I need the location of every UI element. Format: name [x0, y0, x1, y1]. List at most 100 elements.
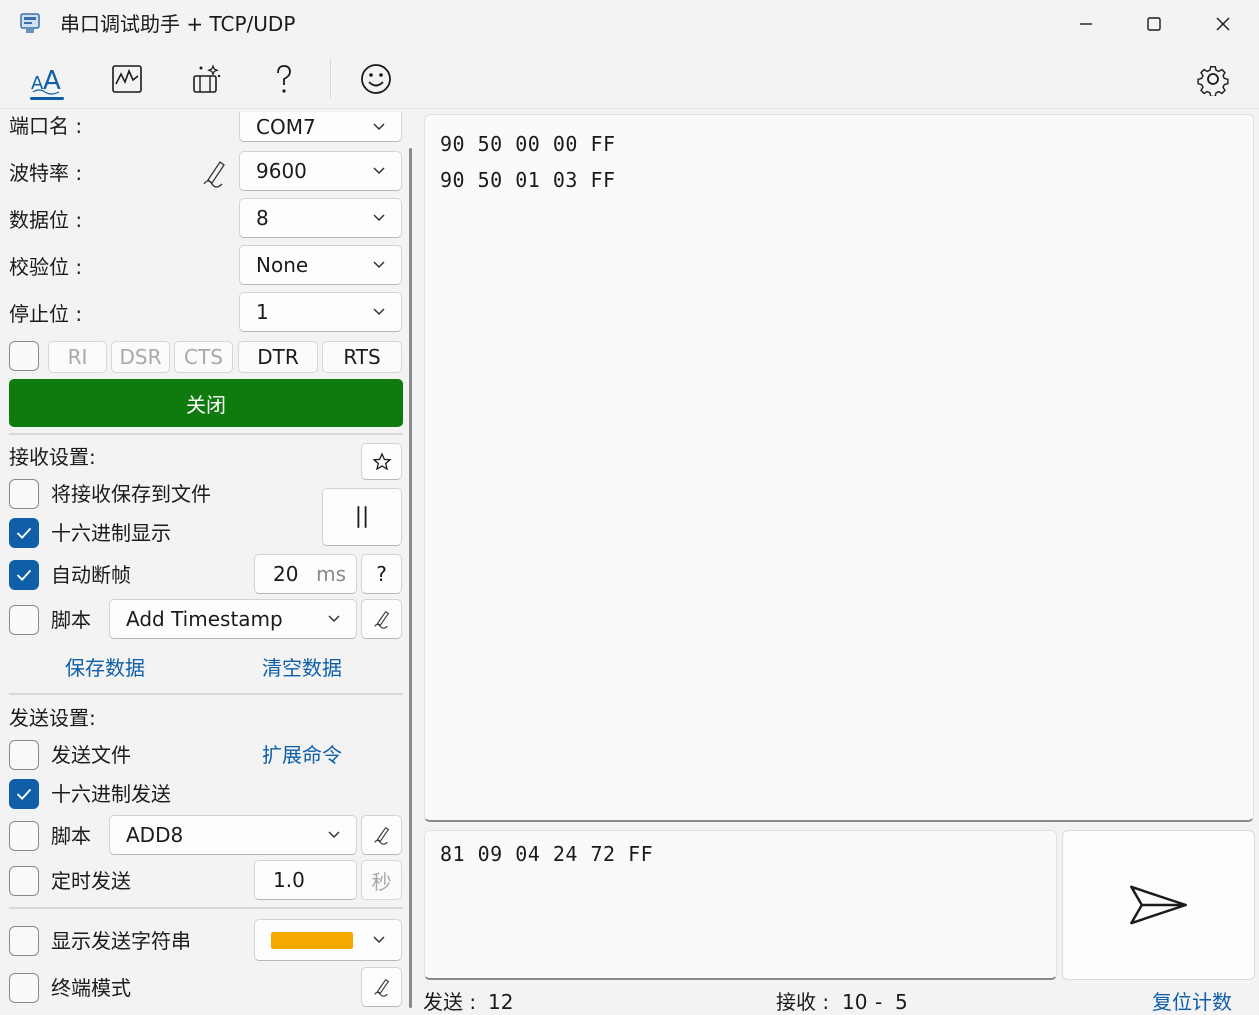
- gear-icon[interactable]: [1189, 56, 1237, 102]
- auto-frame-checkbox[interactable]: [9, 560, 39, 590]
- baud-value: 9600: [256, 159, 307, 183]
- send-file-label: 发送文件: [51, 743, 131, 767]
- rts-button[interactable]: RTS: [322, 341, 402, 373]
- stopbits-label: 停止位 :: [9, 302, 83, 326]
- color-swatch: [271, 931, 353, 949]
- save-to-file-label: 将接收保存到文件: [51, 482, 211, 506]
- minimize-button[interactable]: [1052, 0, 1120, 48]
- chevron-down-icon: [373, 167, 385, 175]
- svg-text:A: A: [43, 66, 61, 96]
- port-value: COM7: [256, 114, 316, 139]
- parity-value: None: [256, 253, 309, 277]
- recv-count-separator: -: [875, 990, 883, 1014]
- send-script-select[interactable]: ADD8: [109, 815, 357, 855]
- toolbar-divider: [0, 108, 1259, 109]
- baud-select[interactable]: 9600: [239, 151, 402, 191]
- smiley-icon[interactable]: [352, 56, 400, 102]
- baud-label: 波特率 :: [9, 161, 83, 185]
- auto-frame-label: 自动断帧: [51, 563, 131, 587]
- parity-select[interactable]: None: [239, 245, 402, 285]
- pen-icon: [373, 826, 389, 845]
- recv-count-value: 10: [842, 990, 868, 1014]
- left-panel-scrollbar[interactable]: [409, 148, 412, 1008]
- toolbar-active-indicator: [30, 97, 64, 100]
- send-button[interactable]: [1062, 830, 1255, 980]
- divider: [9, 433, 403, 435]
- parity-label: 校验位 :: [9, 255, 83, 279]
- frame-timeout-unit: ms: [316, 562, 346, 586]
- send-section-label: 发送设置:: [9, 706, 96, 730]
- hex-send-label: 十六进制发送: [51, 782, 171, 806]
- frame-timeout-value: 20: [273, 562, 299, 586]
- recv-count-label: 接收 :: [776, 990, 830, 1014]
- databits-label: 数据位 :: [9, 208, 83, 232]
- hex-display-checkbox[interactable]: [9, 518, 39, 548]
- maximize-button[interactable]: [1120, 0, 1188, 48]
- sent-count-value: 12: [488, 990, 514, 1014]
- terminal-edit-button[interactable]: [361, 967, 402, 1007]
- terminal-mode-checkbox[interactable]: [9, 973, 39, 1003]
- hex-send-checkbox[interactable]: [9, 779, 39, 809]
- stopbits-value: 1: [256, 300, 269, 324]
- port-select[interactable]: COM7: [239, 112, 402, 142]
- extend-command-link[interactable]: 扩展命令: [262, 741, 342, 769]
- waveform-icon[interactable]: [103, 56, 151, 102]
- send-file-checkbox[interactable]: [9, 740, 39, 770]
- send-script-edit-button[interactable]: [361, 815, 402, 855]
- frame-timeout-input[interactable]: 20 ms: [254, 554, 357, 594]
- chevron-down-icon: [373, 261, 385, 269]
- receive-section-label: 接收设置:: [9, 445, 96, 469]
- receive-script-checkbox[interactable]: [9, 605, 39, 635]
- pen-icon: [373, 610, 389, 629]
- save-to-file-checkbox[interactable]: [9, 479, 39, 509]
- help-icon[interactable]: [260, 56, 308, 102]
- timed-interval-value: 1.0: [273, 868, 305, 892]
- receive-textarea[interactable]: 90 50 00 00 FF 90 50 01 03 FF: [424, 114, 1254, 822]
- pen-icon: [373, 978, 389, 997]
- recv-frame-count-value: 5: [895, 990, 908, 1014]
- receive-script-select[interactable]: Add Timestamp: [109, 599, 357, 639]
- ri-indicator: RI: [48, 341, 107, 373]
- receive-line: 90 50 00 00 FF: [440, 132, 616, 156]
- chevron-down-icon: [373, 214, 385, 222]
- chevron-down-icon: [373, 936, 385, 944]
- databits-value: 8: [256, 206, 269, 230]
- databits-select[interactable]: 8: [239, 198, 402, 238]
- show-string-checkbox[interactable]: [9, 926, 39, 956]
- chevron-down-icon: [373, 308, 385, 316]
- send-script-checkbox[interactable]: [9, 821, 39, 851]
- dtr-button[interactable]: DTR: [238, 341, 318, 373]
- text-format-icon[interactable]: AA: [22, 56, 70, 102]
- pause-icon: [357, 506, 367, 528]
- port-label: 端口名 :: [9, 114, 83, 138]
- divider: [9, 907, 403, 909]
- clear-data-link[interactable]: 清空数据: [262, 654, 342, 682]
- timed-interval-input[interactable]: 1.0: [254, 860, 357, 900]
- app-icon: [18, 12, 42, 36]
- magic-icon[interactable]: [182, 56, 230, 102]
- signal-checkbox[interactable]: [9, 341, 39, 371]
- save-data-link[interactable]: 保存数据: [65, 654, 145, 682]
- receive-script-value: Add Timestamp: [126, 607, 283, 631]
- check-icon: [16, 569, 32, 582]
- reset-count-link[interactable]: 复位计数: [1152, 988, 1232, 1015]
- stopbits-select[interactable]: 1: [239, 292, 402, 332]
- sent-count-label: 发送 :: [423, 990, 477, 1014]
- frame-help-button[interactable]: ?: [361, 554, 402, 594]
- favorite-button[interactable]: [361, 443, 402, 480]
- receive-script-edit-button[interactable]: [361, 599, 402, 639]
- check-icon: [16, 788, 32, 801]
- color-picker[interactable]: [254, 919, 402, 961]
- pause-button[interactable]: [322, 488, 402, 546]
- chevron-down-icon: [328, 615, 340, 623]
- close-window-button[interactable]: [1189, 0, 1257, 48]
- cts-indicator: CTS: [174, 341, 233, 373]
- send-arrow-icon: [1129, 885, 1187, 925]
- divider: [9, 693, 403, 695]
- star-icon: [371, 451, 392, 470]
- pen-icon[interactable]: [200, 158, 230, 188]
- send-textarea[interactable]: 81 09 04 24 72 FF: [424, 830, 1057, 980]
- timed-send-checkbox[interactable]: [9, 866, 39, 896]
- close-port-button[interactable]: 关闭: [9, 379, 403, 427]
- receive-line: 90 50 01 03 FF: [440, 168, 616, 192]
